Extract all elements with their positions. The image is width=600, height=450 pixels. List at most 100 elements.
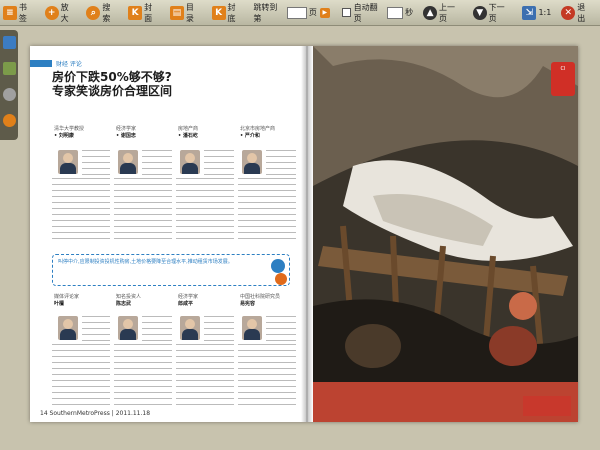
- bookmark-label: 书签: [18, 2, 27, 23]
- search-button[interactable]: ⌕ 搜索: [83, 2, 121, 24]
- play-icon[interactable]: ▶: [319, 7, 330, 18]
- quote-circle-icon: [271, 259, 285, 273]
- toc-label: 目录: [185, 2, 194, 23]
- article-text: [82, 316, 110, 342]
- back-cover-icon: K: [211, 5, 226, 20]
- actual-size-button[interactable]: ⇲ 1:1: [519, 2, 554, 24]
- fit-icon: ⇲: [522, 5, 537, 20]
- zoom-in-button[interactable]: + 放大: [42, 2, 80, 24]
- expert-name: • 潘石屹: [178, 133, 198, 139]
- article-text: [266, 316, 296, 342]
- article-text: [204, 316, 234, 342]
- cover-label: 封面: [144, 2, 153, 23]
- expert-name: • 严介和: [240, 133, 260, 139]
- auto-flip-control: 自动翻页 秒: [339, 2, 416, 24]
- search-label: 搜索: [102, 2, 111, 23]
- exit-label: 退出: [577, 2, 586, 23]
- avatar: [118, 316, 138, 340]
- image-icon[interactable]: [3, 62, 16, 75]
- article-text: [266, 150, 296, 176]
- book-icon: ▤: [169, 5, 184, 20]
- back-cover-label: 封底: [227, 2, 236, 23]
- section-label: 财经 评论: [56, 60, 82, 68]
- page-spine: [301, 46, 313, 422]
- arrow-up-icon: ▲: [423, 5, 437, 20]
- bookmark-button[interactable]: ≡ 书签: [0, 2, 38, 24]
- expert-name: 陈志武: [116, 301, 132, 307]
- expert-name: 郎咸平: [178, 301, 194, 307]
- expert-role: 经济学家: [178, 294, 199, 300]
- pull-quote-text: 叫停中介,应限制投资投机性购房,土地价格要降至合理水平,推动租赁市场发展。: [58, 259, 233, 265]
- section-bar: [30, 59, 52, 67]
- exit-button[interactable]: ✕ 退出: [558, 2, 596, 24]
- auto-flip-label: 自动翻页: [353, 2, 378, 23]
- article-text: [176, 344, 234, 406]
- article-text: [52, 344, 110, 406]
- quote-circle-icon: [275, 273, 287, 285]
- next-page-button[interactable]: ▼ 下一页: [470, 2, 516, 24]
- auto-flip-checkbox[interactable]: [341, 8, 351, 17]
- prev-page-button[interactable]: ▲ 上一页: [420, 2, 466, 24]
- jump-label: 跳转到第: [253, 2, 278, 23]
- prev-page-label: 上一页: [439, 2, 455, 23]
- expert-name: • 谢国忠: [116, 133, 136, 139]
- expert-role: 经济学家: [116, 126, 137, 132]
- page-title: 房价下跌50%够不够? 专家笑谈房价合理区间: [52, 70, 292, 98]
- art-brand-logo: [523, 396, 571, 416]
- info-icon[interactable]: [3, 114, 16, 127]
- actual-size-label: 1:1: [538, 8, 552, 17]
- cover-button[interactable]: K 封面: [125, 2, 163, 24]
- right-page[interactable]: CI: [313, 46, 578, 422]
- expert-2: 经济学家 • 谢国忠: [116, 126, 176, 140]
- next-page-label: 下一页: [488, 2, 505, 23]
- expert-name: 易宪容: [240, 301, 256, 307]
- article-text: [238, 178, 296, 244]
- toc-button[interactable]: ▤ 目录: [167, 2, 205, 24]
- jump-control: 跳转到第 页 ▶: [250, 2, 334, 24]
- expert-role: 知名投资人: [116, 294, 142, 300]
- expert-8: 中国社科院研究员 易宪容: [240, 294, 300, 308]
- expert-1: 清华大学教授 • 刘明康: [54, 126, 114, 140]
- side-tool-panel: [0, 30, 18, 140]
- avatar: [180, 150, 200, 174]
- close-icon: ✕: [561, 5, 576, 20]
- expert-role: 媒体评论家: [54, 294, 80, 300]
- expert-5: 媒体评论家 叶檀: [54, 294, 114, 308]
- arrow-down-icon: ▼: [472, 5, 487, 20]
- headline-line-2: 专家笑谈房价合理区间: [52, 84, 173, 98]
- reader-toolbar: ≡ 书签 + 放大 ⌕ 搜索 K 封面 ▤ 目录 K 封底 跳转到第 页 ▶ 自…: [0, 0, 600, 26]
- article-text: [114, 178, 172, 244]
- expert-role: 北京市房地产商: [240, 126, 276, 132]
- artwork-illustration: [313, 46, 578, 422]
- back-cover-button[interactable]: K 封底: [209, 2, 247, 24]
- expert-role: 中国社科院研究员: [240, 294, 281, 300]
- issue-badge: CI: [551, 62, 575, 96]
- avatar: [242, 150, 262, 174]
- article-text: [142, 316, 172, 342]
- article-text: [176, 178, 234, 244]
- avatar: [58, 150, 78, 174]
- section-tag: 财经 评论: [30, 58, 82, 68]
- cover-icon: K: [128, 5, 143, 20]
- article-text: [142, 150, 172, 176]
- headline-line-1: 房价下跌50%够不够?: [52, 70, 172, 84]
- bookmark-icon: ≡: [3, 5, 17, 20]
- expert-role: 房地产商: [178, 126, 199, 132]
- avatar: [58, 316, 78, 340]
- expert-3: 房地产商 • 潘石屹: [178, 126, 238, 140]
- seconds-unit-label: 秒: [405, 8, 414, 17]
- avatar: [180, 316, 200, 340]
- expert-7: 经济学家 郎咸平: [178, 294, 238, 308]
- seconds-input[interactable]: [387, 6, 404, 19]
- expert-6: 知名投资人 陈志武: [116, 294, 176, 308]
- article-text: [52, 178, 110, 244]
- left-page[interactable]: 财经 评论 房价下跌50%够不够? 专家笑谈房价合理区间 清华大学教授 • 刘明…: [30, 46, 307, 422]
- avatar: [118, 150, 138, 174]
- article-text: [238, 344, 296, 406]
- search-icon: ⌕: [86, 5, 101, 20]
- article-text: [204, 150, 234, 176]
- gear-icon[interactable]: [3, 88, 16, 101]
- thumbnail-icon[interactable]: [3, 36, 16, 49]
- avatar: [242, 316, 262, 340]
- page-number-input[interactable]: [287, 6, 307, 19]
